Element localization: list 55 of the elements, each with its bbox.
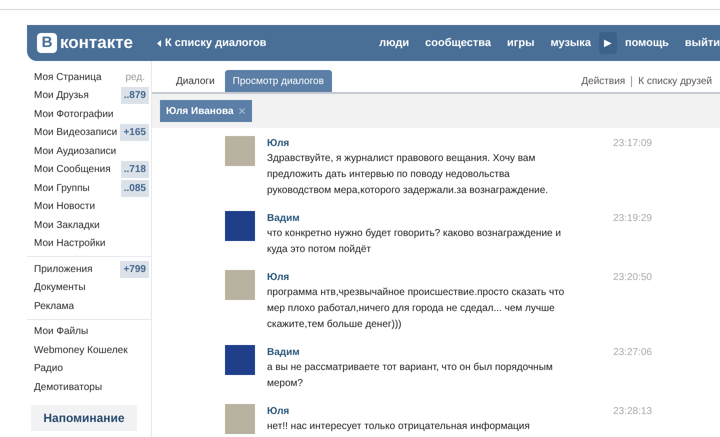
count-badge[interactable]: ..718 — [120, 161, 149, 178]
count-badge[interactable]: ..085 — [120, 180, 149, 197]
back-link[interactable]: К списку диалогов — [157, 34, 266, 52]
message-time: 23:27:06 — [613, 346, 652, 360]
nav-link[interactable]: помощь — [624, 34, 669, 52]
back-arrow-icon — [157, 40, 162, 46]
sidebar-item[interactable]: Мои Закладки — [34, 218, 100, 233]
nav-link[interactable]: игры — [507, 34, 534, 52]
message-time: 23:20:50 — [613, 271, 652, 285]
author-name[interactable]: Вадим — [267, 345, 614, 360]
author-name[interactable]: Юля — [267, 270, 614, 285]
action-link[interactable]: К списку друзей — [638, 74, 712, 89]
message-text: а вы не рассматриваете тот вариант, что он был порядочным мером? — [267, 361, 554, 391]
count-badge[interactable]: +799 — [120, 260, 149, 278]
message-text: что конкретно нужно будет говорить? каково вознаграждение и куда это потом пойдёт — [267, 227, 562, 257]
sidebar-item[interactable]: Мои Файлы — [34, 324, 88, 340]
nav-link[interactable]: сообщества — [425, 34, 492, 52]
sidebar-item[interactable]: Мои Друзья — [34, 88, 89, 104]
message-text: нет!! нас интересует только отрицательная информация — [267, 420, 531, 434]
action-link[interactable]: Действия — [581, 74, 626, 89]
sidebar-item[interactable]: Мои Фотографии — [34, 106, 114, 122]
message-time: 23:17:09 — [613, 137, 652, 151]
nav-link[interactable]: выйти — [684, 34, 720, 52]
message-text: программа нтв,чрезвычайное происшествие.просто сказать что мер плохо работал,ничего для города не сдедал... чем лучше скажите,тем больше денег))) — [267, 286, 566, 332]
sidebar-item[interactable]: Мои Видеозаписи — [34, 125, 118, 140]
sidebar-item[interactable]: Демотиваторы — [34, 380, 102, 395]
author-name[interactable]: Вадим — [267, 211, 614, 226]
logo-text[interactable]: контакте — [60, 30, 134, 56]
message-time: 23:19:29 — [613, 212, 652, 226]
tab[interactable]: Просмотр диалогов — [224, 70, 332, 92]
sidebar-item[interactable]: Моя Страница — [34, 70, 102, 85]
sidebar-item[interactable]: Радио — [34, 361, 63, 376]
recipient-name: Юля Иванова — [166, 104, 234, 118]
sidebar-item[interactable]: Мои Новости — [34, 199, 96, 214]
nav-link[interactable]: люди — [379, 34, 410, 52]
music-play-button[interactable]: ▶ — [598, 32, 617, 54]
logo-badge[interactable]: В — [37, 33, 57, 53]
author-name[interactable]: Юля — [267, 136, 614, 151]
sidebar-item[interactable]: Webmoney Кошелек — [34, 342, 128, 358]
sidebar-item[interactable]: Реклама — [34, 298, 74, 314]
count-badge[interactable]: ..879 — [120, 87, 149, 104]
sidebar-item[interactable]: Приложения — [34, 262, 93, 277]
sidebar-item[interactable]: Мои Настройки — [34, 236, 106, 252]
author-name[interactable]: Юля — [267, 404, 614, 419]
sidebar-item[interactable]: Мои Сообщения — [34, 162, 111, 178]
nav-link[interactable]: музыка — [550, 34, 591, 52]
message-time: 23:28:13 — [613, 405, 652, 419]
recipient-chip[interactable]: Юля Иванова × — [160, 100, 252, 122]
tab[interactable]: Диалоги — [168, 70, 223, 92]
reminder-button[interactable]: Напоминание — [31, 404, 137, 430]
count-badge[interactable]: +165 — [120, 124, 149, 142]
sidebar-item[interactable]: Мои Аудиозаписи — [34, 144, 116, 159]
sidebar-item[interactable]: Документы — [34, 280, 86, 296]
message-text: Здравствуйте, я журналист правового вещания. Хочу вам предложить дать интервью по поводу недовольства руководством мера,которого задержали.за вознаграждение. — [267, 152, 550, 198]
sidebar-item[interactable]: Мои Группы — [34, 180, 90, 196]
